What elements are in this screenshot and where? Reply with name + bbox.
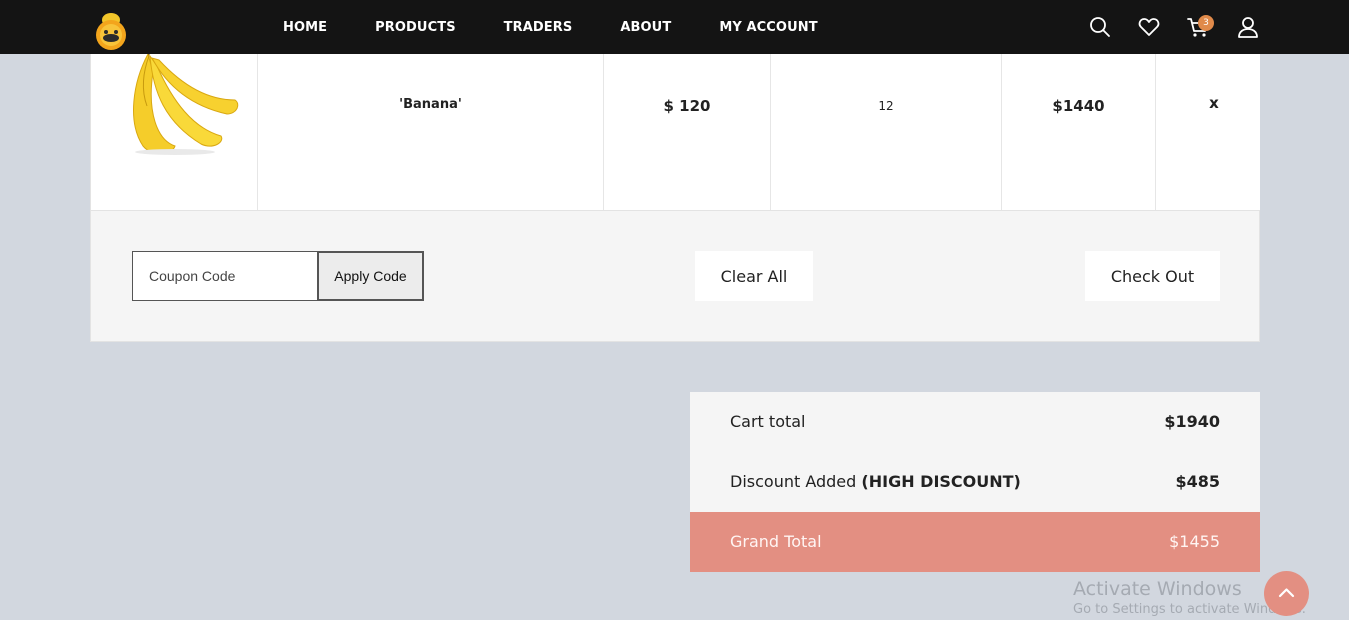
cart-count-badge: 3 xyxy=(1198,15,1214,31)
remove-cell: x xyxy=(1156,54,1260,210)
discount-label-group: Discount Added (HIGH DISCOUNT) xyxy=(730,472,1021,491)
nav-my-account-link[interactable]: MY ACCOUNT xyxy=(719,20,817,35)
price-cell: $ 120 xyxy=(604,54,771,210)
grand-total-label: Grand Total xyxy=(730,532,822,551)
nav-traders-link[interactable]: TRADERS xyxy=(504,20,573,35)
main-nav: HOME PRODUCTS TRADERS ABOUT MY ACCOUNT xyxy=(283,0,866,54)
cart-actions-bar: Apply Code Clear All Check Out xyxy=(90,211,1260,342)
cart-total-label: Cart total xyxy=(730,412,806,431)
grand-total-row: Grand Total $1455 xyxy=(690,512,1260,572)
search-icon[interactable] xyxy=(1088,15,1112,39)
discount-label: Discount Added xyxy=(730,472,857,491)
coupon-code-input[interactable] xyxy=(132,251,318,301)
check-out-button[interactable]: Check Out xyxy=(1085,251,1220,301)
discount-value: $485 xyxy=(1175,472,1220,491)
chevron-up-icon xyxy=(1278,588,1295,598)
cart-table: 'Banana' $ 120 12 $1440 x xyxy=(90,44,1260,211)
product-name-cell: 'Banana' xyxy=(258,54,604,210)
apply-code-button[interactable]: Apply Code xyxy=(317,251,424,301)
cart-total-row: Cart total $1940 xyxy=(690,392,1260,452)
nav-about-link[interactable]: ABOUT xyxy=(620,20,671,35)
top-navigation-bar: HOME PRODUCTS TRADERS ABOUT MY ACCOUNT 3 xyxy=(0,0,1349,54)
nav-home-link[interactable]: HOME xyxy=(283,20,327,35)
cart-totals-panel: Cart total $1940 Discount Added (HIGH DI… xyxy=(690,392,1260,572)
product-subtotal: $1440 xyxy=(1052,97,1105,115)
discount-name: (HIGH DISCOUNT) xyxy=(861,472,1021,491)
cart-total-value: $1940 xyxy=(1164,412,1220,431)
heart-icon[interactable] xyxy=(1137,15,1161,39)
scroll-to-top-button[interactable] xyxy=(1264,571,1309,616)
brand-logo[interactable] xyxy=(92,8,130,54)
nav-products-link[interactable]: PRODUCTS xyxy=(375,20,456,35)
product-price: $ 120 xyxy=(663,97,711,115)
quantity-cell: 12 xyxy=(771,54,1002,210)
grand-total-value: $1455 xyxy=(1169,532,1220,551)
product-quantity[interactable]: 12 xyxy=(771,99,1001,113)
subtotal-cell: $1440 xyxy=(1002,54,1156,210)
clear-all-button[interactable]: Clear All xyxy=(695,251,813,301)
remove-item-button[interactable]: x xyxy=(1162,94,1266,112)
user-icon[interactable] xyxy=(1236,15,1260,39)
product-name: 'Banana' xyxy=(399,97,462,112)
product-image-cell xyxy=(91,44,258,210)
banana-product-image xyxy=(133,44,239,155)
discount-row: Discount Added (HIGH DISCOUNT) $485 xyxy=(690,452,1260,512)
